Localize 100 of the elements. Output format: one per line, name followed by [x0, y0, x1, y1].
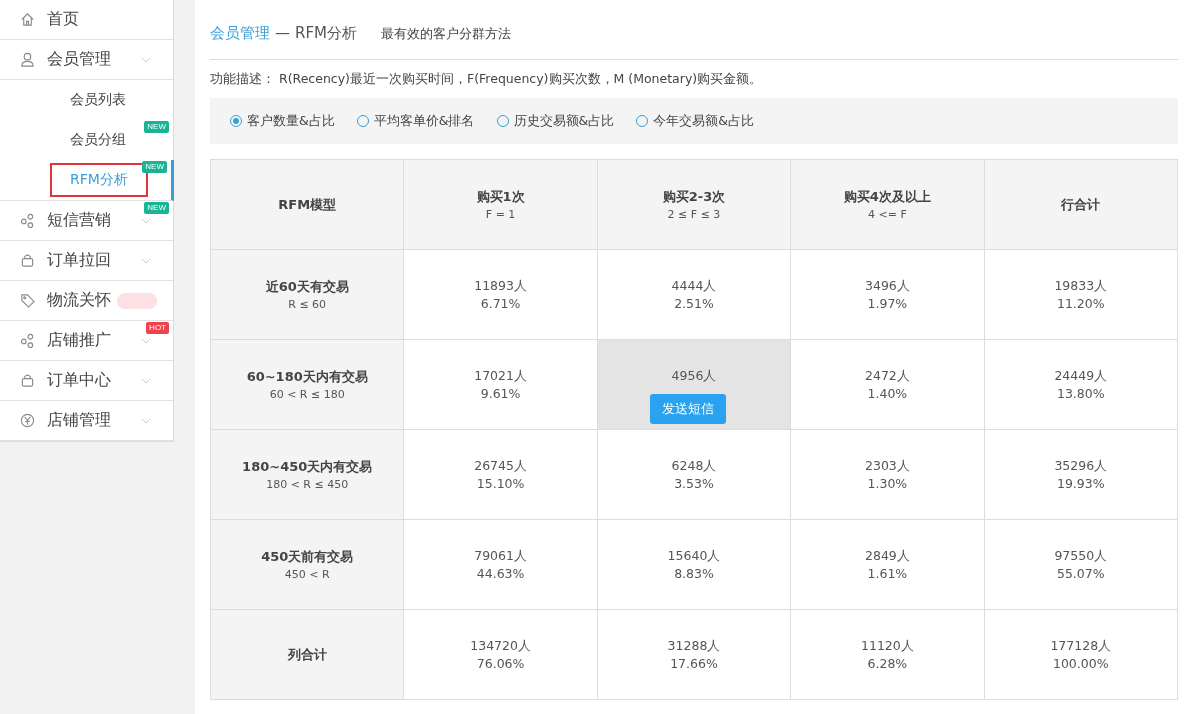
percent: 11.20%	[1056, 294, 1105, 313]
row-subtitle: 60 < R ≤ 180	[269, 388, 345, 401]
chevron-down-icon	[141, 257, 151, 264]
percent: 6.28%	[867, 654, 908, 673]
home-icon	[20, 12, 35, 27]
percent: 9.61%	[480, 384, 521, 403]
description: 功能描述： R(Recency)最近一次购买时间，F(Frequency)购买次数，M (Monetary)购买金额。	[210, 70, 764, 88]
submenu-item[interactable]: 会员列表	[50, 83, 146, 117]
user-icon	[20, 52, 35, 67]
count: 35296人	[1054, 456, 1108, 475]
nav-label: 订单中心	[47, 370, 111, 391]
tag-icon	[20, 293, 35, 308]
percent: 8.83%	[674, 564, 714, 583]
page-title: RFM分析	[295, 24, 357, 43]
percent: 55.07%	[1056, 564, 1105, 583]
nav-label: 首页	[47, 9, 79, 30]
yen-icon	[20, 413, 35, 428]
percent: 44.63%	[476, 564, 525, 583]
nav-item[interactable]: 店铺管理	[0, 401, 173, 441]
badge: NEW	[144, 121, 169, 133]
percent: 1.61%	[867, 564, 908, 583]
column-title: 购买1次	[476, 188, 525, 206]
count: 97550人	[1054, 546, 1108, 565]
count: 31288人	[667, 636, 721, 655]
percent: 1.97%	[867, 294, 908, 313]
count: 3496人	[865, 276, 910, 295]
nav-item[interactable]: 首页	[0, 0, 173, 40]
row-title: 近60天有交易	[265, 278, 349, 296]
count: 79061人	[474, 546, 527, 565]
nav-item[interactable]: 会员管理	[0, 40, 173, 80]
count: 11893人	[474, 276, 527, 295]
percent: 76.06%	[476, 654, 525, 673]
percent: 2.51%	[674, 294, 714, 313]
chevron-down-icon	[141, 337, 151, 344]
nav-label: 会员管理	[47, 49, 111, 70]
count: 26745人	[474, 456, 527, 475]
submenu-item[interactable]: 会员分组	[50, 123, 146, 157]
percent: 1.40%	[867, 384, 908, 403]
count: 24449人	[1054, 366, 1108, 385]
count: 2303人	[865, 456, 910, 475]
percent: 3.53%	[674, 474, 714, 493]
count: 2472人	[865, 366, 910, 385]
radio-option[interactable]: 今年交易额&占比	[636, 112, 754, 130]
count: 134720人	[470, 636, 531, 655]
page-subtitle: 最有效的客户分群方法	[381, 26, 511, 43]
badge: NEW	[142, 161, 167, 173]
chevron-down-icon	[141, 377, 151, 384]
nav-item[interactable]: 订单中心	[0, 361, 173, 401]
radio-option[interactable]: 历史交易额&占比	[496, 112, 615, 130]
nav-item[interactable]: 店铺推广 HOT	[0, 321, 173, 361]
chevron-down-icon	[141, 417, 151, 424]
row-title: 450天前有交易	[261, 548, 354, 566]
count: 4444人	[671, 276, 717, 295]
share-icon	[20, 213, 35, 228]
badge: HOT	[146, 322, 169, 334]
radio-option[interactable]: 客户数量&占比	[230, 112, 335, 130]
count: 2849人	[865, 546, 910, 565]
percent: 17.66%	[670, 654, 718, 673]
percent: 6.71%	[480, 294, 521, 313]
nav-label: 物流关怀	[47, 290, 111, 311]
count: 15640人	[667, 546, 721, 565]
percent: 13.80%	[1056, 384, 1105, 403]
nav-label: 店铺推广	[47, 330, 111, 351]
nav-item[interactable]: 物流关怀	[0, 281, 173, 321]
count: 19833人	[1054, 276, 1108, 295]
bag-icon	[20, 373, 35, 388]
row-title: 列合计	[287, 645, 327, 664]
column-subtitle: F = 1	[485, 208, 516, 221]
badge: NEW	[144, 202, 169, 214]
column-title: 购买4次及以上	[843, 188, 931, 206]
percent: 1.30%	[867, 474, 908, 493]
column-title: 购买2-3次	[662, 188, 726, 206]
column-subtitle: 2 ≤ F ≤ 3	[667, 208, 721, 221]
radio-option[interactable]: 平均客单价&排名	[356, 112, 475, 130]
percent: 100.00%	[1052, 654, 1109, 673]
count: 17021人	[474, 366, 527, 385]
column-title: RFM模型	[278, 195, 337, 214]
row-title: 180~450天内有交易	[242, 458, 373, 476]
count: 177128人	[1050, 636, 1112, 655]
count: 6248人	[671, 456, 717, 475]
nav-item[interactable]: 订单拉回	[0, 241, 173, 281]
row-subtitle: 180 < R ≤ 450	[266, 478, 349, 491]
column-subtitle: 4 <= F	[868, 208, 907, 221]
chevron-down-icon	[141, 56, 151, 63]
count: 4956人	[671, 366, 717, 385]
nav-label: 短信营销	[47, 210, 111, 231]
nav-label: 店铺管理	[47, 410, 111, 431]
nav-item[interactable]: 短信营销 NEW	[0, 201, 173, 241]
count: 11120人	[861, 636, 914, 655]
percent: 15.10%	[476, 474, 525, 493]
percent: 19.93%	[1056, 474, 1105, 493]
nav-label: 订单拉回	[47, 250, 111, 271]
row-title: 60~180天内有交易	[246, 368, 368, 386]
row-subtitle: R ≤ 60	[288, 298, 327, 311]
bag-icon	[20, 253, 35, 268]
row-subtitle: 450 < R	[284, 568, 330, 581]
column-title: 行合计	[1061, 195, 1101, 214]
chevron-down-icon	[141, 217, 151, 224]
separator: —	[275, 24, 290, 42]
share-icon	[20, 333, 35, 348]
